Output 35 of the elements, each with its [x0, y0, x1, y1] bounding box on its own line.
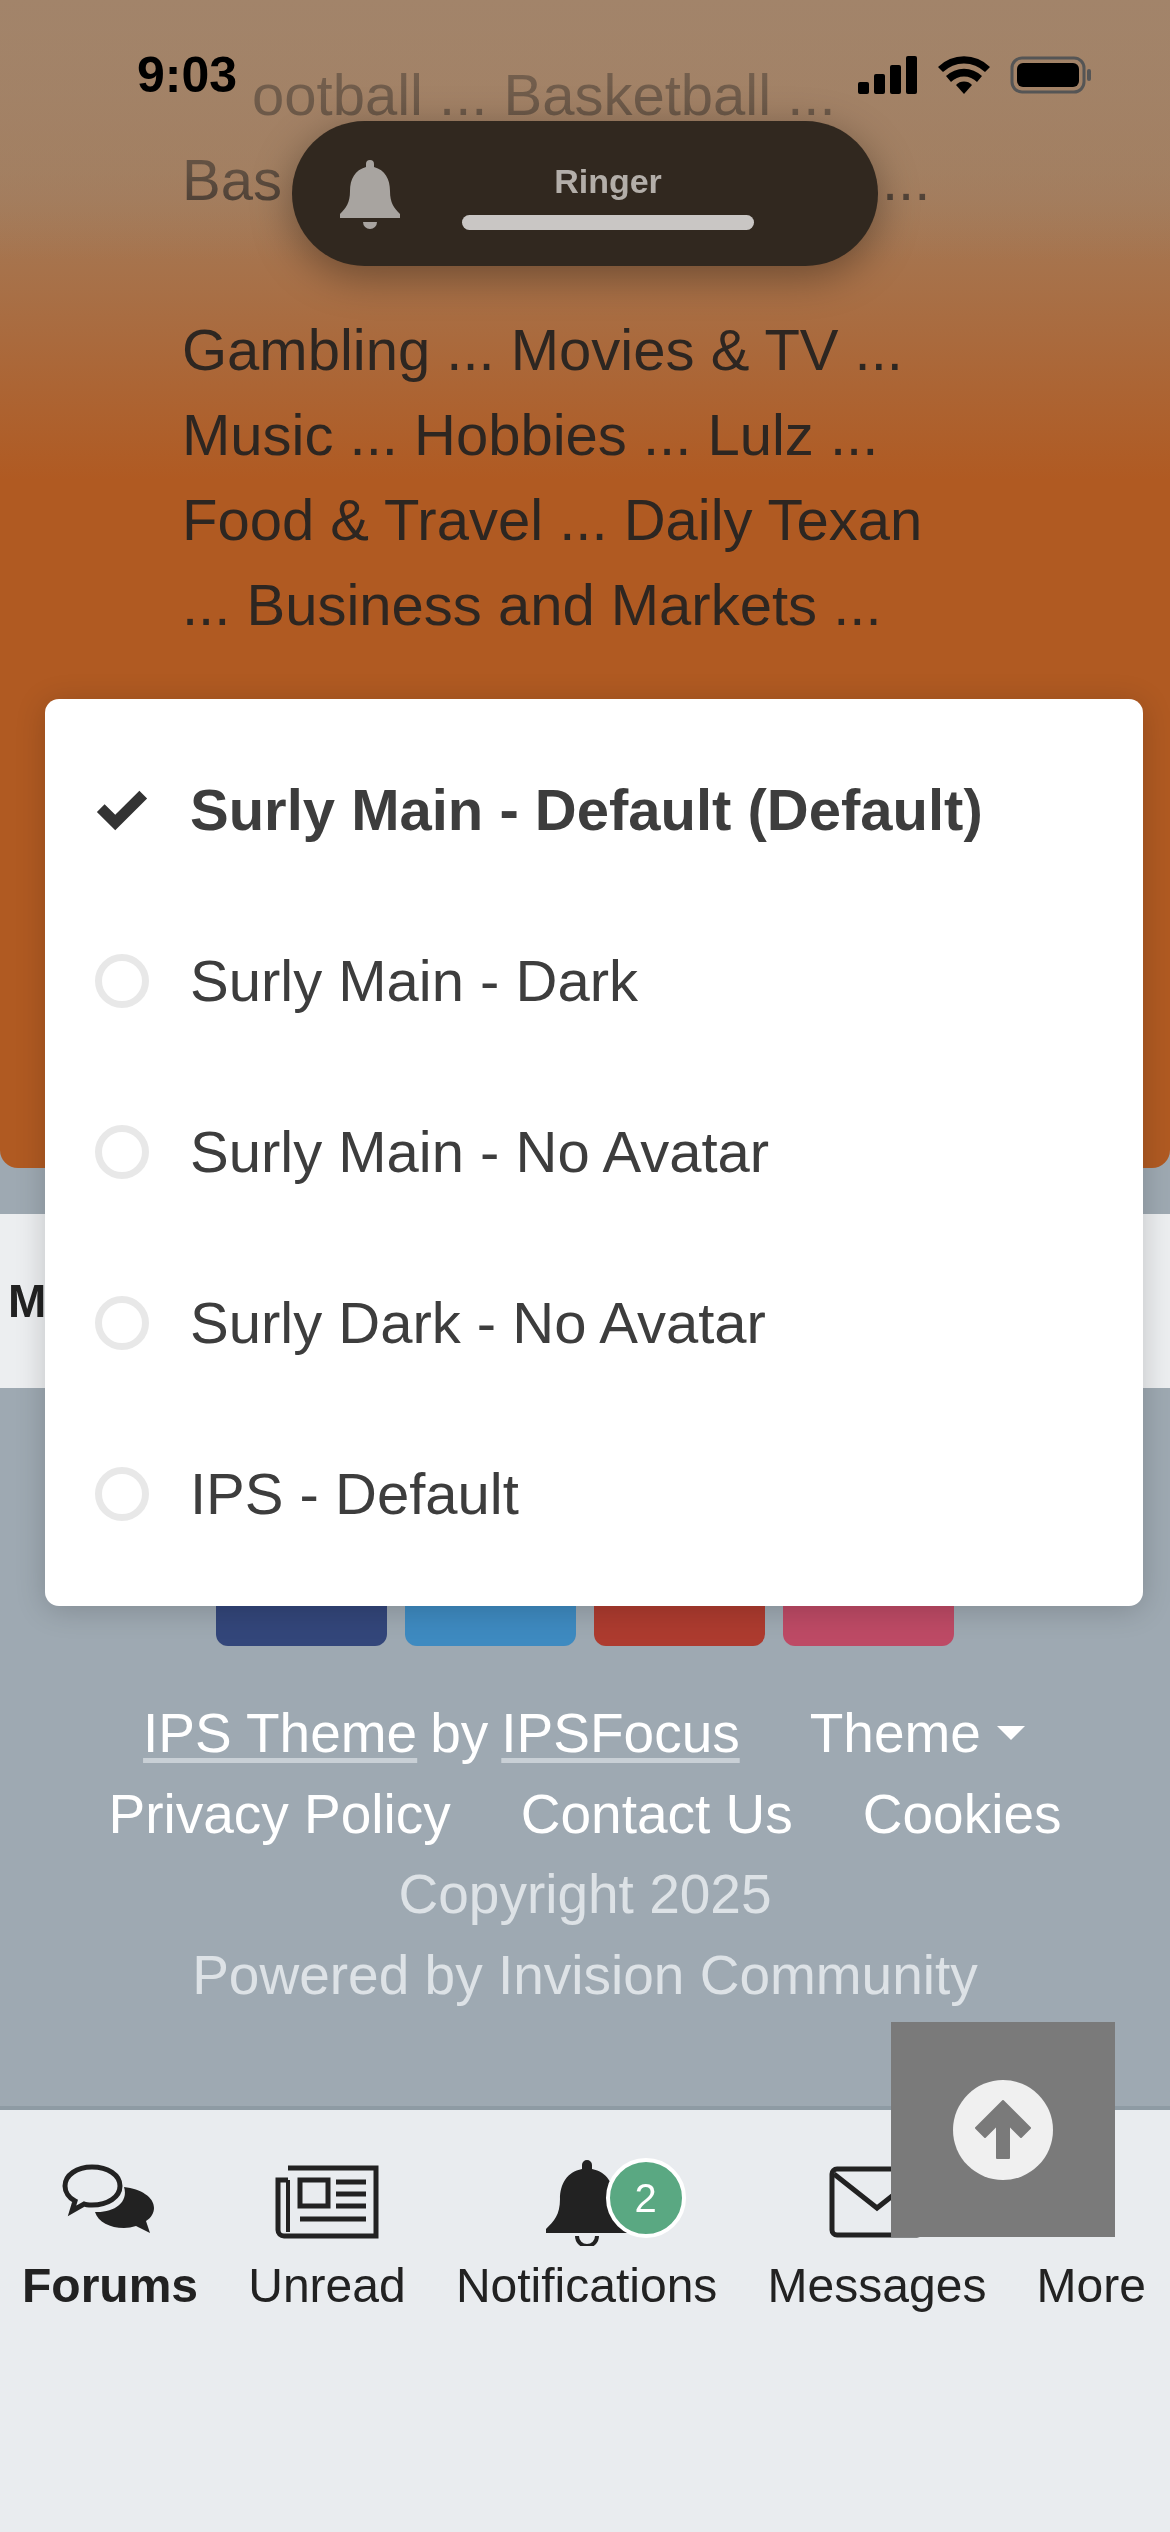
signal-icon: [858, 56, 918, 94]
theme-option[interactable]: Surly Main - No Avatar: [45, 1066, 1143, 1237]
nav-tab[interactable]: Messages: [767, 2258, 987, 2313]
credit-text: by: [430, 1700, 489, 1765]
footer-link[interactable]: Contact Us: [520, 1781, 793, 1846]
nav-tab[interactable]: Notifications: [455, 2258, 718, 2313]
forum-links-line[interactable]: Food & Travel ... Daily Texan: [182, 477, 923, 562]
nav-tab[interactable]: More: [1036, 2258, 1146, 2313]
newspaper-icon: [273, 2164, 380, 2240]
battery-icon: [1010, 56, 1092, 94]
powered-by-text: Powered by Invision Community: [192, 1943, 978, 2008]
tab-label[interactable]: M: [8, 1274, 47, 1328]
footer-link[interactable]: Cookies: [862, 1781, 1062, 1846]
theme-option[interactable]: Surly Main - Dark: [45, 895, 1143, 1066]
theme-option[interactable]: IPS - Default: [45, 1408, 1143, 1579]
bell-icon: [338, 157, 402, 230]
forum-links-line[interactable]: Music ... Hobbies ... Lulz ...: [182, 392, 879, 477]
forum-links-line[interactable]: Bas: [182, 137, 282, 222]
nav-tab[interactable]: Forums: [22, 2258, 198, 2313]
notification-badge: 2: [605, 2158, 686, 2238]
copyright-text: Copyright 2025: [398, 1862, 772, 1927]
back-to-top-button[interactable]: [891, 2022, 1115, 2237]
theme-option[interactable]: Surly Main - Default (Default): [45, 724, 1143, 895]
forum-links-line[interactable]: Gambling ... Movies & TV ...: [182, 307, 903, 392]
theme-credit-link[interactable]: IPS Theme: [143, 1700, 418, 1765]
nav-tab[interactable]: Unread: [248, 2258, 406, 2313]
ringer-label: Ringer: [554, 161, 662, 201]
wifi-icon: [938, 56, 990, 94]
author-link[interactable]: IPSFocus: [501, 1700, 740, 1765]
theme-button[interactable]: Theme: [809, 1700, 1027, 1765]
forum-links-line[interactable]: ... Business and Markets ...: [182, 562, 882, 647]
status-time: 9:03: [137, 46, 238, 104]
theme-option[interactable]: Surly Dark - No Avatar: [45, 1237, 1143, 1408]
footer-link[interactable]: Privacy Policy: [108, 1781, 451, 1846]
forum-links-line[interactable]: ...: [881, 137, 931, 222]
